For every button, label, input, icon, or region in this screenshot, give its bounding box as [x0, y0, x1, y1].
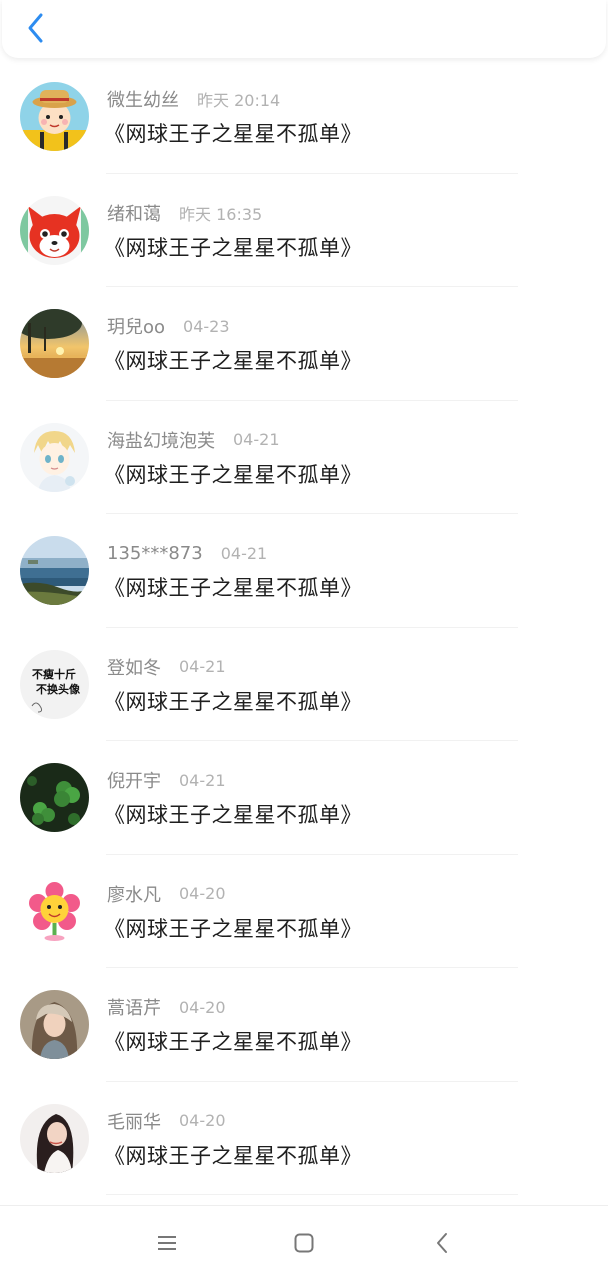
book-title[interactable]: 《网球王子之星星不孤单》 [104, 345, 362, 375]
avatar[interactable] [20, 422, 89, 492]
book-title[interactable]: 《网球王子之星星不孤单》 [104, 799, 362, 829]
book-title[interactable]: 《网球王子之星星不孤单》 [104, 232, 362, 262]
menu-button[interactable] [147, 1226, 187, 1260]
list-item[interactable]: 绪和蔼 昨天 16:35 《网球王子之星星不孤单》 [0, 174, 608, 287]
list-item[interactable]: 玥兒oo 04-23 《网球王子之星星不孤单》 [0, 287, 608, 401]
timestamp: 04-20 [179, 1111, 226, 1130]
chevron-left-icon [28, 13, 43, 43]
list-item[interactable]: 廖水凡 04-20 《网球王子之星星不孤单》 [0, 855, 608, 968]
back-button[interactable] [18, 8, 54, 48]
user-name[interactable]: 微生幼丝 [107, 86, 179, 112]
comment-list: 微生幼丝 昨天 20:14 《网球王子之星星不孤单》 绪和蔼 昨天 16:35 … [0, 60, 608, 1195]
avatar[interactable] [20, 763, 89, 832]
top-app-bar [2, 0, 606, 58]
user-name[interactable]: 135***873 [107, 543, 203, 564]
list-item[interactable]: 倪开宇 04-21 《网球王子之星星不孤单》 [0, 741, 608, 855]
timestamp: 04-21 [179, 657, 226, 676]
avatar[interactable] [20, 1103, 89, 1173]
menu-icon [158, 1236, 176, 1250]
list-item[interactable]: 毛丽华 04-20 《网球王子之星星不孤单》 [0, 1082, 608, 1195]
timestamp: 04-21 [179, 770, 226, 790]
list-item[interactable]: 不瘦十斤 不换头像 登如冬 04-21 《网球王子之星星不孤单》 [0, 628, 608, 741]
user-name[interactable]: 海盐幻境泡芙 [107, 427, 215, 453]
book-title[interactable]: 《网球王子之星星不孤单》 [104, 459, 362, 489]
timestamp: 04-23 [183, 316, 230, 336]
user-name[interactable]: 登如冬 [107, 654, 161, 680]
avatar[interactable]: 不瘦十斤 不换头像 [20, 649, 89, 719]
user-name[interactable]: 倪开宇 [107, 767, 161, 793]
user-name[interactable]: 廖水凡 [107, 881, 161, 907]
avatar[interactable] [20, 990, 89, 1059]
book-title[interactable]: 《网球王子之星星不孤单》 [104, 572, 362, 602]
system-back-button[interactable] [422, 1226, 462, 1260]
timestamp: 04-21 [220, 543, 268, 563]
divider [106, 1194, 518, 1195]
timestamp: 昨天 20:14 [197, 91, 281, 110]
user-name[interactable]: 蒿语芹 [107, 994, 161, 1020]
list-item[interactable]: 蒿语芹 04-20 《网球王子之星星不孤单》 [0, 968, 608, 1082]
avatar-text-line: 不换头像 [36, 682, 81, 696]
system-navigation-bar [0, 1205, 608, 1280]
user-name[interactable]: 玥兒oo [107, 313, 165, 339]
book-title[interactable]: 《网球王子之星星不孤单》 [104, 118, 362, 148]
back-triangle-icon [437, 1233, 447, 1253]
avatar[interactable] [20, 195, 89, 265]
user-name[interactable]: 毛丽华 [107, 1108, 161, 1134]
book-title[interactable]: 《网球王子之星星不孤单》 [104, 1026, 362, 1056]
book-title[interactable]: 《网球王子之星星不孤单》 [104, 686, 362, 716]
user-name[interactable]: 绪和蔼 [107, 200, 161, 226]
avatar[interactable] [20, 82, 89, 151]
list-item[interactable]: 海盐幻境泡芙 04-21 《网球王子之星星不孤单》 [0, 401, 608, 514]
book-title[interactable]: 《网球王子之星星不孤单》 [104, 1140, 362, 1170]
home-square-icon [294, 1233, 314, 1253]
avatar[interactable] [20, 309, 89, 378]
avatar[interactable] [20, 536, 89, 605]
timestamp: 04-21 [233, 430, 280, 449]
book-title[interactable]: 《网球王子之星星不孤单》 [104, 913, 362, 943]
timestamp: 04-20 [179, 997, 226, 1017]
list-item[interactable]: 微生幼丝 昨天 20:14 《网球王子之星星不孤单》 [0, 60, 608, 174]
avatar-text-line: 不瘦十斤 [32, 667, 76, 681]
list-item[interactable]: 135***873 04-21 《网球王子之星星不孤单》 [0, 514, 608, 628]
avatar[interactable] [20, 876, 89, 946]
home-button[interactable] [284, 1226, 324, 1260]
timestamp: 昨天 16:35 [179, 204, 263, 224]
timestamp: 04-20 [179, 884, 226, 903]
